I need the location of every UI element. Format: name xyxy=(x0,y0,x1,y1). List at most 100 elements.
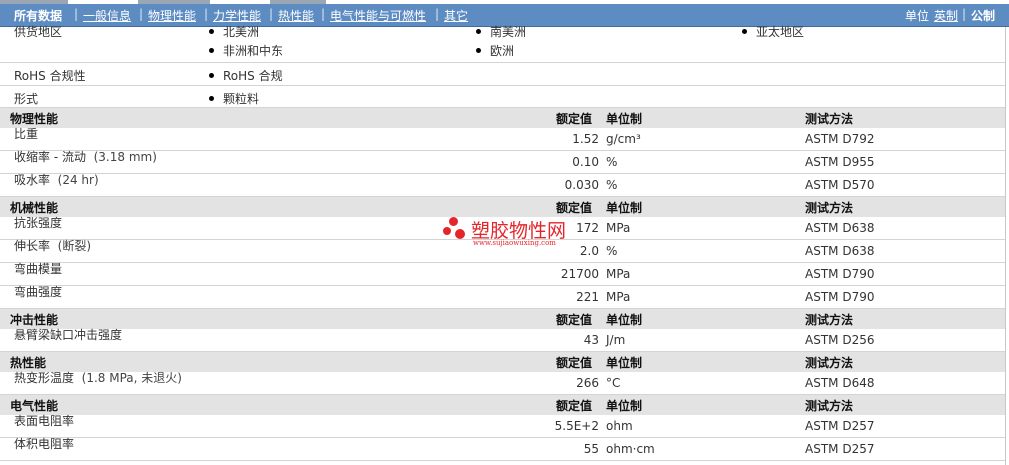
logo-dot-icon xyxy=(449,217,458,226)
property-unit: MPa xyxy=(606,221,631,235)
property-condition: (断裂) xyxy=(57,239,92,253)
test-method: ASTM D638 xyxy=(805,221,875,235)
test-method-header: 测试方法 xyxy=(805,313,854,327)
property-row: 悬臂梁缺口冲击强度 43 J/m ASTM D256 xyxy=(0,328,1005,352)
property-unit: % xyxy=(606,244,618,258)
property-label: 悬臂梁缺口冲击强度 xyxy=(14,328,123,342)
nav-tab-mechanical[interactable]: 力学性能 xyxy=(213,7,261,24)
nav-tab-electrical[interactable]: 电气性能与可燃性 xyxy=(330,7,426,24)
property-value: 2.0 xyxy=(579,244,599,258)
property-label: 收缩率 - 流动 xyxy=(14,150,86,164)
site-watermark: 塑胶物性网 www.sujiaowuxing.com xyxy=(443,217,573,251)
test-method: ASTM D790 xyxy=(805,267,875,281)
property-unit: g/cm³ xyxy=(606,132,641,146)
nav-separator: | xyxy=(74,7,79,21)
test-method: ASTM D570 xyxy=(805,178,875,192)
property-row: 收缩率 - 流动 (3.18 mm) 0.10% ASTM D955 xyxy=(0,150,1005,174)
test-method-header: 测试方法 xyxy=(805,112,854,126)
rohs-row: RoHS 合规性 RoHS 合规 xyxy=(0,63,1005,86)
rohs-label: RoHS 合规性 xyxy=(14,69,86,83)
unit-header: 单位制 xyxy=(606,356,643,370)
units-label: 单位 xyxy=(905,9,930,23)
nominal-header: 额定值 xyxy=(556,356,593,370)
property-value: 0.10 xyxy=(572,155,599,169)
regions-label: 供货地区 xyxy=(14,25,63,39)
unit-header: 单位制 xyxy=(606,399,643,413)
nominal-header: 额定值 xyxy=(556,201,593,215)
property-label: 体积电阻率 xyxy=(14,437,75,451)
property-unit: ohm·cm xyxy=(606,442,655,456)
section-header-row: 机械性能 额定值 单位制 测试方法 xyxy=(0,197,1005,217)
section-header-row: 冲击性能 额定值 单位制 测试方法 xyxy=(0,309,1005,329)
test-method: ASTM D257 xyxy=(805,442,875,456)
test-method: ASTM D648 xyxy=(805,376,875,390)
logo-dot-icon xyxy=(443,227,451,235)
nav-separator: | xyxy=(139,7,144,21)
nav-separator: | xyxy=(269,7,274,21)
form-label: 形式 xyxy=(14,92,39,106)
test-method: ASTM D790 xyxy=(805,290,875,304)
property-row: 热变形温度 (1.8 MPa, 未退火) 266 °C ASTM D648 xyxy=(0,371,1005,395)
property-condition: (3.18 mm) xyxy=(93,150,157,164)
property-label: 伸长率 xyxy=(14,239,51,253)
nominal-header: 额定值 xyxy=(556,399,593,413)
section-header-row: 物理性能 额定值 单位制 测试方法 xyxy=(0,108,1005,128)
property-row: 弯曲模量 21700 MPa ASTM D790 xyxy=(0,262,1005,286)
property-label: 弯曲模量 xyxy=(14,262,63,276)
unit-english-link[interactable]: 英制 xyxy=(934,7,958,24)
property-unit: ohm xyxy=(606,419,633,433)
nav-separator: | xyxy=(435,7,440,21)
property-value: 0.030 xyxy=(564,178,599,192)
property-unit: MPa xyxy=(606,290,631,304)
test-method: ASTM D955 xyxy=(805,155,875,169)
nav-separator: | xyxy=(321,7,326,21)
test-method: ASTM D638 xyxy=(805,244,875,258)
test-method-header: 测试方法 xyxy=(805,201,854,215)
property-unit: MPa xyxy=(606,267,631,281)
property-value: 221 xyxy=(576,290,599,304)
property-unit: % xyxy=(606,155,618,169)
property-value: 21700 xyxy=(560,267,599,281)
nominal-header: 额定值 xyxy=(556,313,593,327)
nav-separator: | xyxy=(204,7,209,21)
logo-dot-icon xyxy=(455,229,465,239)
nav-tab-physical[interactable]: 物理性能 xyxy=(148,7,196,24)
unit-header: 单位制 xyxy=(606,112,643,126)
property-value: 1.52 xyxy=(572,132,599,146)
property-row: 体积电阻率 55 ohm·cm ASTM D257 xyxy=(0,437,1005,461)
property-unit: °C xyxy=(606,376,621,390)
test-method-header: 测试方法 xyxy=(805,399,854,413)
form-row: 形式 颗粒料 xyxy=(0,86,1005,108)
region-item: 非洲和中东 xyxy=(209,42,283,59)
property-value: 55 xyxy=(583,442,599,456)
test-method: ASTM D792 xyxy=(805,132,875,146)
region-item: 北美洲 xyxy=(209,23,259,40)
nav-tab-all-data[interactable]: 所有数据 xyxy=(14,7,62,24)
nav-tab-thermal[interactable]: 热性能 xyxy=(278,7,314,24)
property-label: 弯曲强度 xyxy=(14,285,63,299)
property-unit: J/m xyxy=(606,333,626,347)
property-unit: % xyxy=(606,178,618,192)
nominal-header: 额定值 xyxy=(556,112,593,126)
property-value: 172 xyxy=(576,221,599,235)
frame-border xyxy=(1005,27,1006,465)
property-condition: (24 hr) xyxy=(57,173,99,187)
property-label: 抗张强度 xyxy=(14,216,63,230)
region-item: 南美洲 xyxy=(476,23,526,40)
nav-tab-other[interactable]: 其它 xyxy=(444,7,468,24)
test-method-header: 测试方法 xyxy=(805,356,854,370)
property-row: 吸水率 (24 hr) 0.030% ASTM D570 xyxy=(0,173,1005,197)
property-value: 43 xyxy=(583,333,599,347)
unit-header: 单位制 xyxy=(606,313,643,327)
test-method: ASTM D256 xyxy=(805,333,875,347)
watermark-url: www.sujiaowuxing.com xyxy=(473,239,556,247)
property-label: 热变形温度 xyxy=(14,371,75,385)
rohs-value: RoHS 合规 xyxy=(209,67,283,84)
section-header-row: 电气性能 额定值 单位制 测试方法 xyxy=(0,395,1005,415)
test-method: ASTM D257 xyxy=(805,419,875,433)
property-value: 266 xyxy=(576,376,599,390)
property-condition: (1.8 MPa, 未退火) xyxy=(81,371,182,385)
nav-tab-general[interactable]: 一般信息 xyxy=(83,7,131,24)
property-label: 比重 xyxy=(14,127,39,141)
unit-header: 单位制 xyxy=(606,201,643,215)
